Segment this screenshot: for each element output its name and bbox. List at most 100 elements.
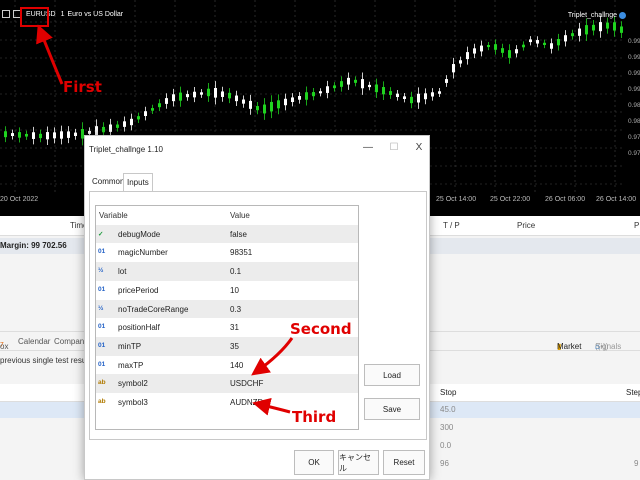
candle-body xyxy=(585,25,588,35)
price-tick-label: 0.98 xyxy=(628,102,640,109)
candle-body xyxy=(354,79,357,83)
cell-stop: 45.0 xyxy=(440,405,456,414)
param-value[interactable]: 0.3 xyxy=(230,305,241,314)
col-variable[interactable]: Variable xyxy=(99,211,128,220)
reset-button[interactable]: Reset xyxy=(383,450,425,475)
candle-body xyxy=(284,98,287,106)
param-row-symbol2[interactable]: ab symbol2 USDCHF xyxy=(96,374,358,393)
candle-body xyxy=(130,118,133,126)
col-step[interactable]: Step xyxy=(626,388,640,397)
candle-body xyxy=(277,100,280,109)
save-button[interactable]: Save xyxy=(364,398,420,420)
param-value[interactable]: AUDNZD xyxy=(230,398,263,407)
candle-body xyxy=(256,106,259,111)
annotation-third: Third xyxy=(292,408,337,426)
candle-body xyxy=(487,45,490,48)
int-type-icon: 01 xyxy=(98,360,106,368)
param-row-pricePeriod[interactable]: 01 pricePeriod 10 xyxy=(96,281,358,300)
candle-body xyxy=(459,60,462,64)
col-value[interactable]: Value xyxy=(230,211,250,220)
param-row-maxTP[interactable]: 01 maxTP 140 xyxy=(96,356,358,375)
candle-body xyxy=(228,92,231,99)
candle-body xyxy=(361,79,364,89)
tab-inputs[interactable]: Inputs xyxy=(123,173,153,191)
candle-body xyxy=(137,116,140,120)
inputs-table-header: Variable Value xyxy=(96,206,358,225)
candle-body xyxy=(18,132,21,138)
candle-body xyxy=(396,93,399,98)
ok-button[interactable]: OK xyxy=(294,450,334,475)
param-value[interactable]: 10 xyxy=(230,286,239,295)
col-price[interactable]: Price xyxy=(517,221,535,230)
candle-body xyxy=(123,121,126,127)
candle-body xyxy=(368,84,371,88)
param-row-lot[interactable]: ½ lot 0.1 xyxy=(96,262,358,281)
candle-body xyxy=(291,97,294,103)
dialog-title: Triplet_challnge 1.10 xyxy=(89,145,163,154)
tab-inbox[interactable]: ox 7 xyxy=(0,337,8,351)
param-row-debugMode[interactable]: ✓ debugMode false xyxy=(96,224,358,244)
cell-step: 9 xyxy=(634,459,639,468)
candle-body xyxy=(410,96,413,104)
param-value[interactable]: 35 xyxy=(230,342,239,351)
param-value[interactable]: 140 xyxy=(230,361,243,370)
time-label: 25 Oct 22:00 xyxy=(490,196,531,203)
candle-body xyxy=(445,79,448,83)
candle-body xyxy=(312,92,315,97)
cancel-button[interactable]: キャンセル xyxy=(338,450,379,475)
param-name: symbol2 xyxy=(118,379,148,389)
param-value[interactable]: false xyxy=(230,230,247,239)
col-p[interactable]: P xyxy=(634,221,639,230)
param-row-noTradeCoreRange[interactable]: ½ noTradeCoreRange 0.3 xyxy=(96,299,358,319)
candle-body xyxy=(333,85,336,89)
param-row-minTP[interactable]: 01 minTP 35 xyxy=(96,336,358,356)
results-title: previous single test results xyxy=(0,356,95,365)
candle-body xyxy=(501,48,504,53)
tab-calendar[interactable]: Calendar xyxy=(18,337,50,346)
col-stop[interactable]: Stop xyxy=(440,388,456,397)
int-type-icon: 01 xyxy=(98,323,106,331)
param-value[interactable]: 0.1 xyxy=(230,267,241,276)
param-name: positionHalf xyxy=(118,323,160,333)
param-value[interactable]: 31 xyxy=(230,323,239,332)
candle-body xyxy=(11,133,14,137)
close-button[interactable]: X xyxy=(412,141,426,155)
minimize-button[interactable]: — xyxy=(361,141,375,155)
load-button[interactable]: Load xyxy=(364,364,420,386)
candle-body xyxy=(340,81,343,87)
margin-text: Margin: 99 702.56 xyxy=(0,241,67,250)
str-type-icon: ab xyxy=(98,398,106,405)
candle-body xyxy=(144,111,147,117)
price-tick-label: 0.99 xyxy=(628,86,640,93)
param-name: maxTP xyxy=(118,360,144,370)
param-value[interactable]: USDCHF xyxy=(230,379,263,388)
param-value[interactable]: 98351 xyxy=(230,248,252,257)
int-type-icon: 01 xyxy=(98,341,106,349)
chart-menu-icon[interactable] xyxy=(2,10,10,18)
cell-stop: 0.0 xyxy=(440,441,452,450)
price-tick-label: 0.97 xyxy=(628,150,640,157)
candle-body xyxy=(179,92,182,101)
tab-common[interactable]: Common xyxy=(89,173,127,191)
candle-body xyxy=(193,91,196,98)
int-type-icon: 01 xyxy=(98,285,106,293)
candle-body xyxy=(263,104,266,114)
candle-body xyxy=(599,22,602,32)
candle-body xyxy=(25,133,28,137)
chart-description: Euro vs US Dollar xyxy=(67,10,124,18)
candle-body xyxy=(242,99,245,104)
candle-body xyxy=(578,28,581,36)
candle-body xyxy=(592,24,595,31)
price-tick-label: 0.99 xyxy=(628,70,640,77)
param-row-magicNumber[interactable]: 01 magicNumber 98351 xyxy=(96,243,358,262)
bool-type-icon: ✓ xyxy=(98,230,104,238)
candle-body xyxy=(60,131,63,139)
maximize-button[interactable]: ☐ xyxy=(387,141,401,155)
candle-body xyxy=(74,132,77,137)
col-tp[interactable]: T / P xyxy=(443,221,460,230)
candle-body xyxy=(109,124,112,132)
candle-body xyxy=(620,26,623,33)
time-label: 26 Oct 06:00 xyxy=(545,196,586,203)
ea-name: Triplet_challnge xyxy=(567,12,617,19)
candle-body xyxy=(403,96,406,99)
